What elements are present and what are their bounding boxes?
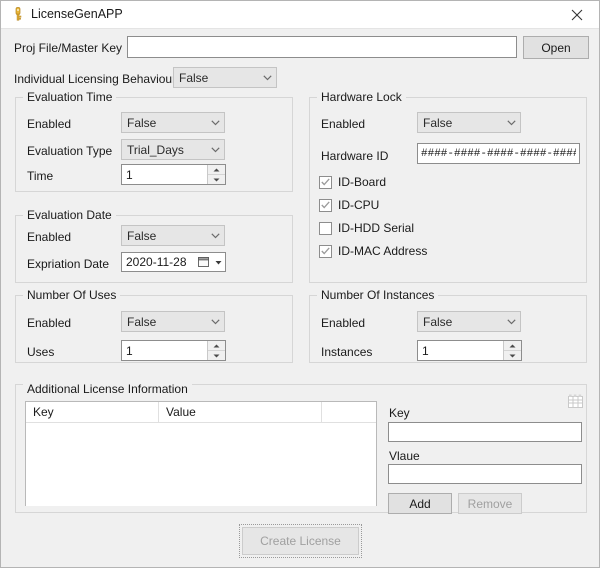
calendar-icon[interactable] xyxy=(195,256,212,268)
spinner-up-icon[interactable] xyxy=(208,341,225,351)
uses-value: 1 xyxy=(126,343,133,358)
evaluation-time-title: Evaluation Time xyxy=(23,91,117,104)
uses-stepper[interactable]: 1 xyxy=(121,340,226,361)
chevron-down-icon xyxy=(502,318,520,325)
additional-info-table[interactable]: Key Value xyxy=(25,401,377,506)
eval-date-enabled-value: False xyxy=(127,228,157,243)
expiration-date-picker[interactable]: 2020-11-28 xyxy=(121,252,226,272)
uses-enabled-select[interactable]: False xyxy=(121,311,225,332)
close-icon xyxy=(571,9,582,20)
eval-time-enabled-label: Enabled xyxy=(27,117,72,131)
individual-licensing-select[interactable]: False xyxy=(173,67,277,88)
eval-type-value: Trial_Days xyxy=(127,142,184,157)
add-button[interactable]: Add xyxy=(388,493,452,514)
eval-time-label: Time xyxy=(27,169,54,183)
checkbox-id-board[interactable]: ID-Board xyxy=(319,175,386,189)
uses-label: Uses xyxy=(27,345,55,359)
checkbox-label: ID-HDD Serial xyxy=(338,221,415,235)
checkbox-box xyxy=(319,198,332,212)
instances-label: Instances xyxy=(321,345,373,359)
open-button[interactable]: Open xyxy=(523,36,589,59)
uses-enabled-label: Enabled xyxy=(27,316,72,330)
hw-enabled-select[interactable]: False xyxy=(417,112,521,133)
chevron-down-icon xyxy=(206,146,224,153)
checkbox-box xyxy=(319,175,332,189)
checkbox-id-mac-address[interactable]: ID-MAC Address xyxy=(319,244,427,258)
chevron-down-icon xyxy=(206,232,224,239)
eval-time-spin-buttons[interactable] xyxy=(207,165,225,184)
spinner-down-icon[interactable] xyxy=(208,175,225,184)
proj-file-input[interactable] xyxy=(127,36,517,58)
instances-stepper[interactable]: 1 xyxy=(417,340,522,361)
check-icon xyxy=(321,201,330,209)
uses-spin-buttons[interactable] xyxy=(207,341,225,360)
key-input[interactable] xyxy=(388,422,582,442)
eval-type-select[interactable]: Trial_Days xyxy=(121,139,225,160)
eval-time-value: 1 xyxy=(126,167,133,182)
spinner-down-icon[interactable] xyxy=(208,351,225,360)
table-header-row: Key Value xyxy=(26,402,376,423)
expiration-date-label: Expriation Date xyxy=(27,257,110,271)
checkbox-box xyxy=(319,221,332,235)
hardware-id-label: Hardware ID xyxy=(321,149,389,163)
table-column-key[interactable]: Key xyxy=(26,402,159,422)
eval-date-enabled-label: Enabled xyxy=(27,230,72,244)
eval-date-enabled-select[interactable]: False xyxy=(121,225,225,246)
hardware-lock-title: Hardware Lock xyxy=(317,91,406,104)
individual-licensing-label: Individual Licensing Behaviour xyxy=(14,72,177,86)
window-title: LicenseGenAPP xyxy=(31,7,123,21)
instances-enabled-select[interactable]: False xyxy=(417,311,521,332)
evaluation-date-title: Evaluation Date xyxy=(23,209,116,222)
spinner-up-icon[interactable] xyxy=(504,341,521,351)
checkbox-label: ID-CPU xyxy=(338,198,380,212)
number-of-instances-title: Number Of Instances xyxy=(317,289,439,302)
date-dropdown-arrow-icon[interactable] xyxy=(212,260,225,265)
hardware-id-input[interactable] xyxy=(417,143,580,164)
eval-time-enabled-select[interactable]: False xyxy=(121,112,225,133)
create-license-button: Create License xyxy=(242,527,359,555)
application-window: LicenseGenAPP Proj File/Master Key Open … xyxy=(0,0,600,568)
instances-spin-buttons[interactable] xyxy=(503,341,521,360)
table-column-filler xyxy=(322,402,376,422)
remove-button: Remove xyxy=(458,493,522,514)
checkbox-id-cpu[interactable]: ID-CPU xyxy=(319,198,379,212)
checkbox-label: ID-Board xyxy=(338,175,387,189)
proj-file-label: Proj File/Master Key xyxy=(14,41,123,55)
instances-enabled-label: Enabled xyxy=(321,316,366,330)
checkbox-id-hdd-serial[interactable]: ID-HDD Serial xyxy=(319,221,414,235)
chevron-down-icon xyxy=(206,318,224,325)
eval-time-enabled-value: False xyxy=(127,115,157,130)
checkbox-label: ID-MAC Address xyxy=(338,244,428,258)
individual-licensing-value: False xyxy=(179,70,209,85)
number-of-uses-title: Number Of Uses xyxy=(23,289,121,302)
chevron-down-icon xyxy=(258,74,276,81)
title-bar: LicenseGenAPP xyxy=(1,1,599,29)
eval-time-stepper[interactable]: 1 xyxy=(121,164,226,185)
table-body xyxy=(26,423,376,506)
instances-value: 1 xyxy=(422,343,429,358)
key-field-label: Key xyxy=(389,406,410,420)
check-icon xyxy=(321,247,330,255)
spinner-down-icon[interactable] xyxy=(504,351,521,360)
expiration-date-value: 2020-11-28 xyxy=(126,255,187,269)
chevron-down-icon xyxy=(502,119,520,126)
close-button[interactable] xyxy=(554,1,599,28)
eval-type-label: Evaluation Type xyxy=(27,144,113,158)
additional-license-information-title: Additional License Information xyxy=(23,383,192,396)
grid-icon xyxy=(568,394,583,411)
uses-enabled-value: False xyxy=(127,314,157,329)
key-icon xyxy=(10,6,26,22)
value-field-label: Vlaue xyxy=(389,449,420,463)
chevron-down-icon xyxy=(206,119,224,126)
table-column-value[interactable]: Value xyxy=(159,402,322,422)
checkbox-box xyxy=(319,244,332,258)
instances-enabled-value: False xyxy=(423,314,453,329)
hw-enabled-label: Enabled xyxy=(321,117,366,131)
spinner-up-icon[interactable] xyxy=(208,165,225,175)
check-icon xyxy=(321,178,330,186)
hw-enabled-value: False xyxy=(423,115,453,130)
value-input[interactable] xyxy=(388,464,582,484)
